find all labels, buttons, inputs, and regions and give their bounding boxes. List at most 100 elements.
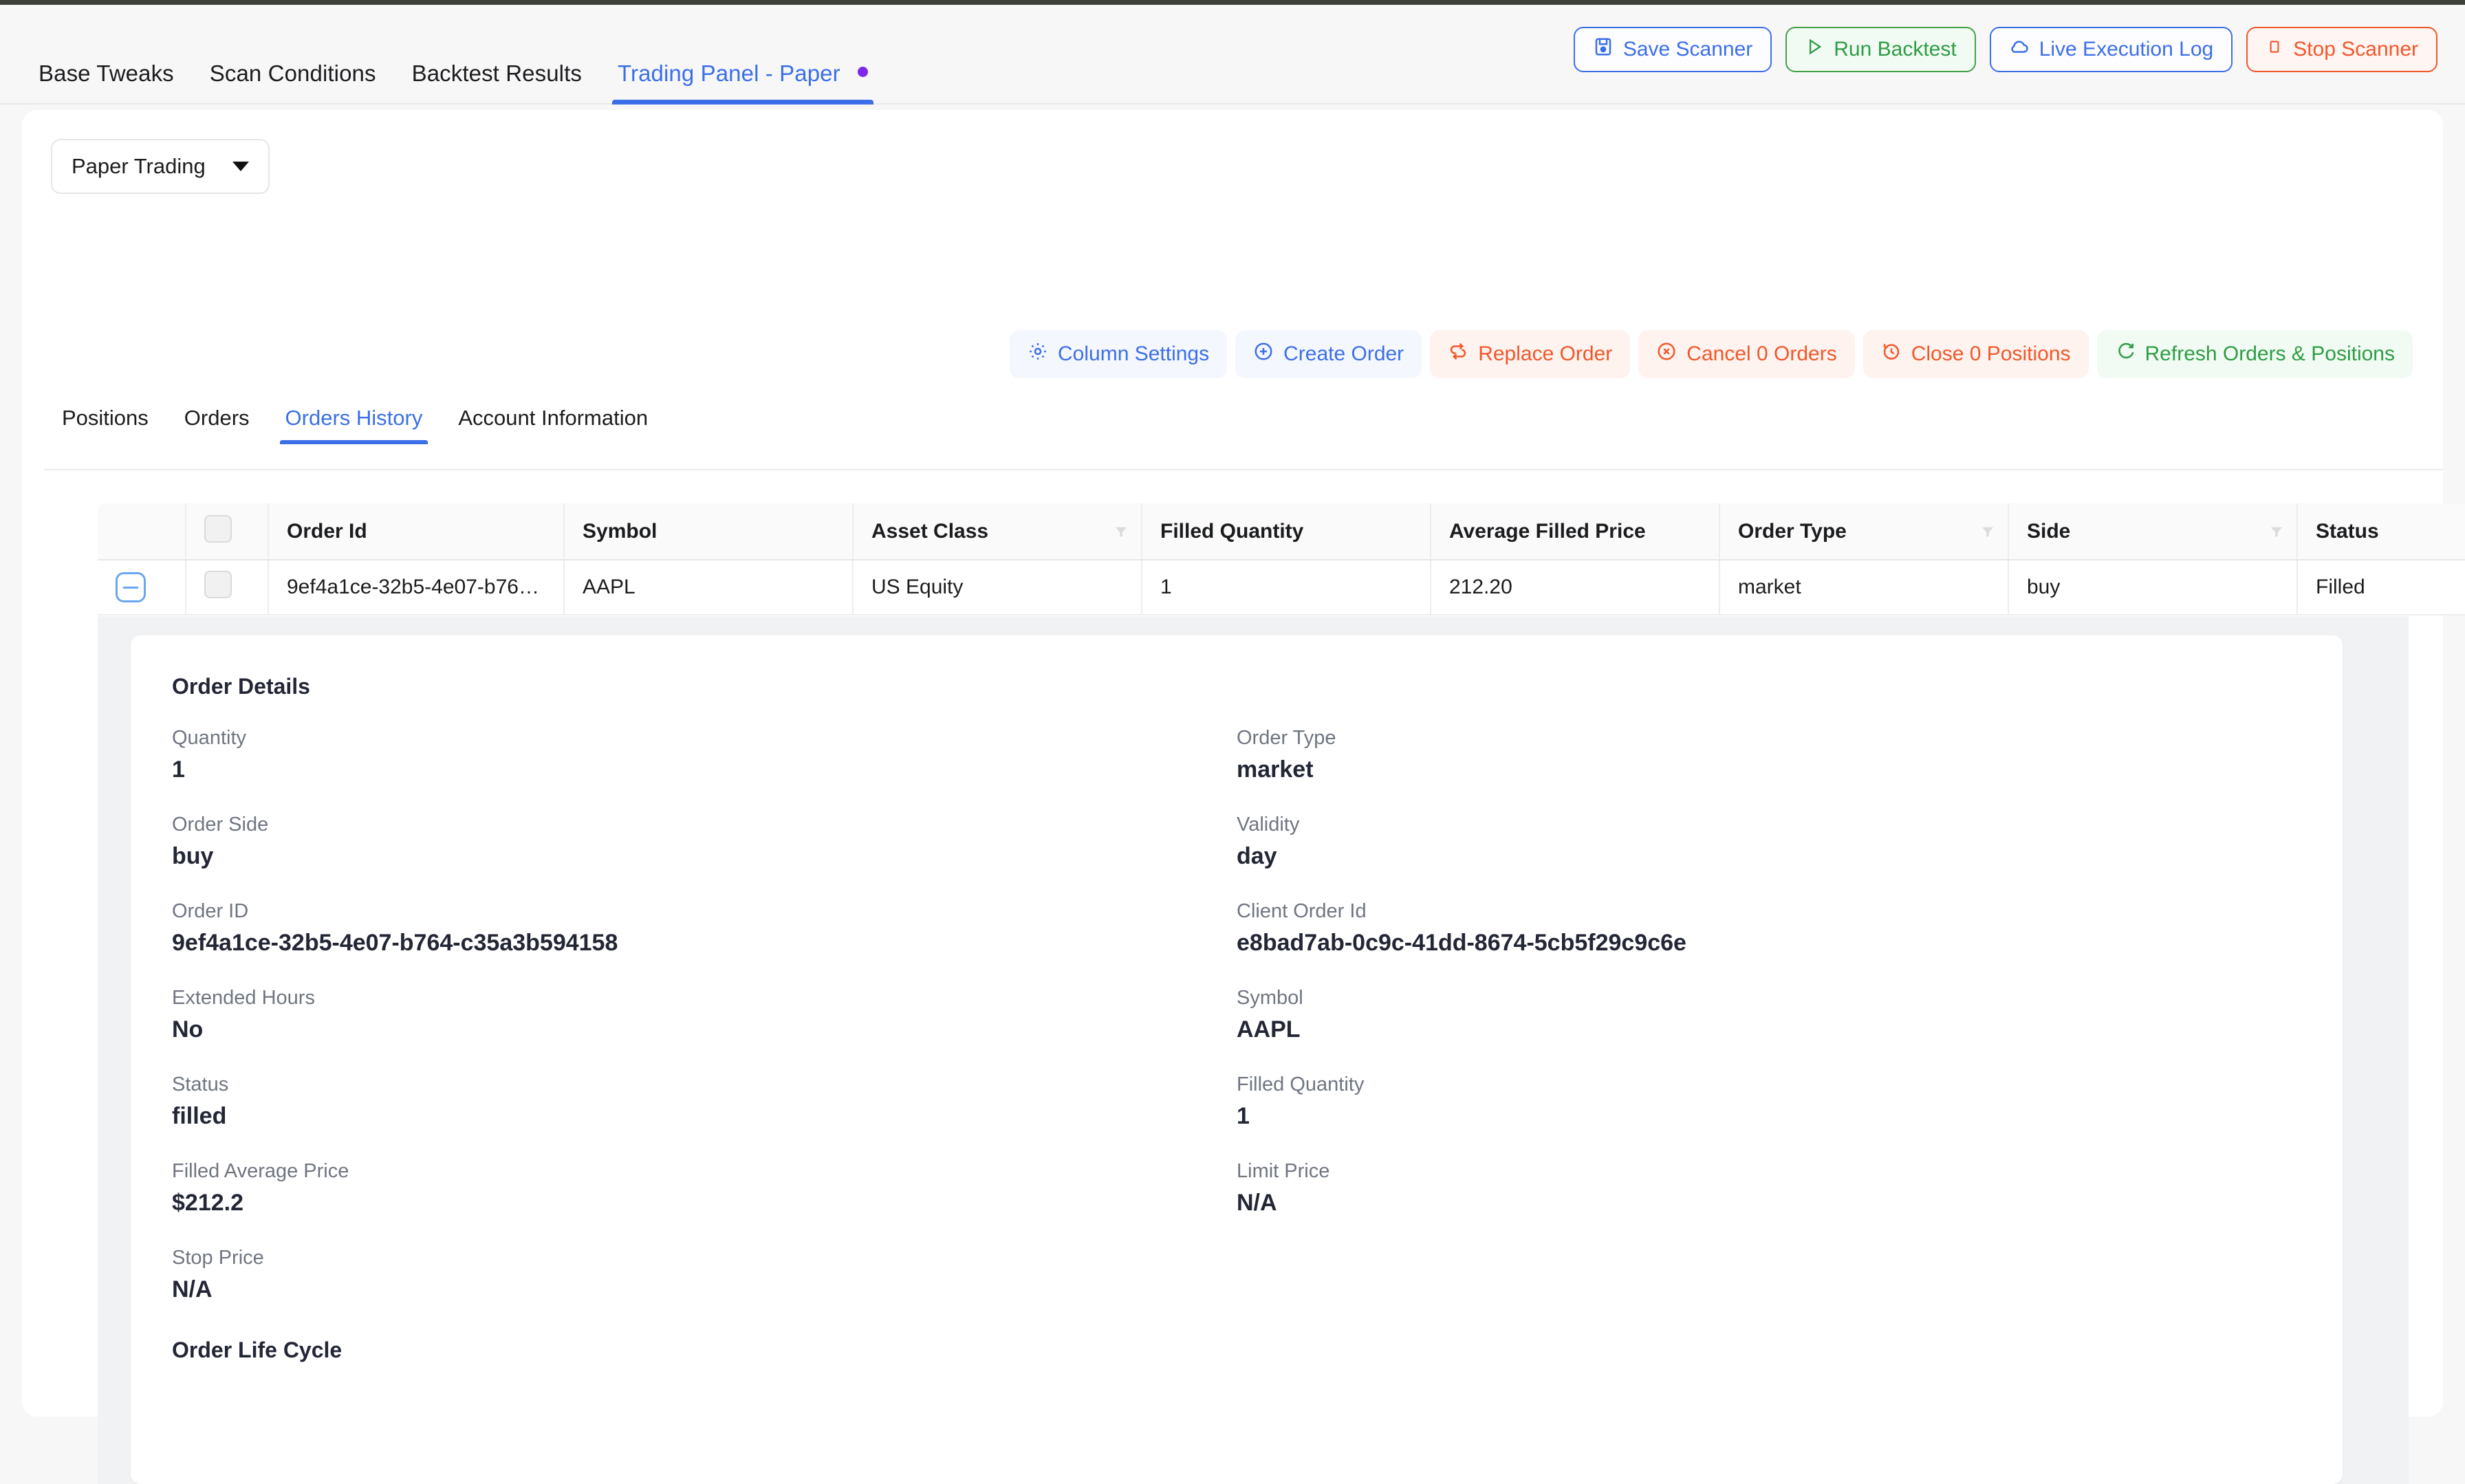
save-scanner-button[interactable]: Save Scanner (1573, 27, 1772, 72)
th-asset-class[interactable]: Asset Class (853, 503, 1142, 560)
subtab-positions[interactable]: Positions (44, 406, 166, 444)
field-symbol: Symbol AAPL (1237, 987, 2301, 1043)
field-label: Filled Quantity (1237, 1073, 1365, 1095)
field-spacer (1237, 1247, 2301, 1303)
field-label: Order Side (172, 814, 269, 836)
main-nav-tabs: Base Tweaks Scan Conditions Backtest Res… (0, 5, 886, 105)
th-average-filled-price[interactable]: Average Filled Price (1431, 503, 1720, 560)
field-label: Status (172, 1073, 229, 1095)
td-order-id: 9ef4a1ce-32b5-4e07-b764… (268, 560, 565, 615)
th-select-all (186, 503, 269, 560)
select-all-checkbox[interactable] (204, 514, 232, 543)
orders-toolbar: Column Settings Create Order Replace Ord… (1010, 330, 2413, 378)
close-positions-label: Close 0 Positions (1911, 342, 2071, 365)
nav-tab-label: Base Tweaks (39, 61, 174, 86)
subtab-orders[interactable]: Orders (166, 406, 268, 444)
field-value: $212.2 (172, 1190, 243, 1216)
th-side[interactable]: Side (2008, 503, 2298, 560)
nav-tab-label: Scan Conditions (209, 61, 376, 86)
field-value: N/A (1237, 1190, 1277, 1216)
field-filled-quantity: Filled Quantity 1 (1237, 1073, 2301, 1130)
row-checkbox[interactable] (204, 571, 232, 598)
subtab-account-information[interactable]: Account Information (440, 406, 666, 444)
td-average-filled-price: 212.20 (1431, 560, 1720, 615)
plus-circle-icon (1253, 341, 1274, 367)
gear-icon (1028, 341, 1048, 367)
collapse-row-button[interactable] (116, 572, 146, 602)
field-validity: Validity day (1237, 814, 2301, 870)
order-details-card: Order Details Quantity 1 Order Type mark… (131, 635, 2343, 1484)
th-symbol[interactable]: Symbol (564, 503, 854, 560)
cloud-icon (2009, 36, 2030, 63)
td-expand (98, 560, 186, 615)
field-client-order-id: Client Order Id e8bad7ab-0c9c-41dd-8674-… (1237, 900, 2301, 957)
orders-history-table: Order Id Symbol Asset Class Filled Quant… (98, 503, 2465, 615)
field-value: 1 (172, 756, 185, 783)
field-limit-price: Limit Price N/A (1237, 1160, 2301, 1216)
x-circle-icon (1656, 341, 1677, 367)
field-quantity: Quantity 1 (172, 727, 1237, 783)
subtabs-divider (44, 469, 2443, 470)
stop-scanner-button[interactable]: Stop Scanner (2246, 27, 2437, 72)
td-status: Filled (2297, 560, 2465, 615)
field-value: e8bad7ab-0c9c-41dd-8674-5cb5f29c9c6e (1237, 930, 1686, 956)
save-scanner-label: Save Scanner (1622, 38, 1753, 61)
nav-tab-label: Backtest Results (411, 61, 582, 86)
th-label: Filled Quantity (1160, 519, 1304, 543)
nav-tab-base-tweaks[interactable]: Base Tweaks (21, 61, 192, 105)
nav-tab-backtest-results[interactable]: Backtest Results (394, 61, 600, 105)
field-label: Order Type (1237, 727, 1336, 749)
cancel-orders-button[interactable]: Cancel 0 Orders (1638, 330, 1855, 378)
th-filled-quantity[interactable]: Filled Quantity (1142, 503, 1431, 560)
main-content-card: Paper Trading Column Settings Create Ord… (22, 110, 2465, 1484)
run-backtest-button[interactable]: Run Backtest (1785, 27, 1976, 72)
top-decorative-strip (0, 0, 2465, 5)
clock-back-icon (1881, 341, 1902, 367)
field-stop-price: Stop Price N/A (172, 1247, 1237, 1303)
refresh-icon (2115, 341, 2136, 367)
close-positions-button[interactable]: Close 0 Positions (1863, 330, 2089, 378)
th-status[interactable]: Status (2297, 503, 2465, 560)
field-value: 9ef4a1ce-32b5-4e07-b764-c35a3b594158 (172, 930, 618, 956)
th-expand (98, 503, 186, 560)
app-header: Base Tweaks Scan Conditions Backtest Res… (0, 5, 2465, 105)
th-order-id[interactable]: Order Id (268, 503, 565, 560)
subtab-orders-history[interactable]: Orders History (268, 406, 441, 444)
account-mode-value: Paper Trading (72, 154, 206, 178)
header-action-buttons: Save Scanner Run Backtest Live Execution… (1573, 27, 2437, 72)
field-order-id: Order ID 9ef4a1ce-32b5-4e07-b764-c35a3b5… (172, 900, 1237, 957)
save-icon (1593, 36, 1614, 63)
stop-square-icon (2266, 38, 2283, 61)
nav-tab-trading-panel-paper[interactable]: Trading Panel - Paper (600, 61, 886, 105)
replace-order-button[interactable]: Replace Order (1430, 330, 1631, 378)
field-status: Status filled (172, 1073, 1237, 1130)
nav-tab-scan-conditions[interactable]: Scan Conditions (192, 61, 394, 105)
td-asset-class: US Equity (853, 560, 1142, 615)
refresh-orders-positions-button[interactable]: Refresh Orders & Positions (2096, 330, 2413, 378)
th-label: Status (2316, 519, 2379, 543)
th-label: Order Type (1738, 519, 1847, 543)
field-label: Validity (1237, 814, 1300, 836)
orders-subtabs: Positions Orders Orders History Account … (44, 406, 666, 444)
field-value: AAPL (1237, 1016, 1301, 1043)
field-label: Order ID (172, 900, 249, 922)
th-label: Side (2027, 519, 2071, 543)
column-settings-label: Column Settings (1058, 342, 1210, 365)
create-order-button[interactable]: Create Order (1235, 330, 1422, 378)
order-life-cycle-title: Order Life Cycle (172, 1338, 343, 1362)
field-order-side: Order Side buy (172, 814, 1237, 870)
th-order-type[interactable]: Order Type (1719, 503, 2009, 560)
column-settings-button[interactable]: Column Settings (1010, 330, 1228, 378)
create-order-label: Create Order (1283, 342, 1404, 365)
field-label: Limit Price (1237, 1160, 1330, 1182)
field-label: Symbol (1237, 987, 1303, 1009)
field-extended-hours: Extended Hours No (172, 987, 1237, 1043)
field-label: Quantity (172, 727, 246, 749)
account-mode-select[interactable]: Paper Trading (51, 139, 270, 194)
live-execution-log-button[interactable]: Live Execution Log (1989, 27, 2233, 72)
row-expansion-area: Order Details Quantity 1 Order Type mark… (98, 616, 2409, 1484)
table-header-row: Order Id Symbol Asset Class Filled Quant… (98, 503, 2465, 560)
subtab-label: Orders (184, 406, 250, 430)
field-label: Stop Price (172, 1247, 264, 1269)
th-label: Asset Class (871, 519, 989, 543)
